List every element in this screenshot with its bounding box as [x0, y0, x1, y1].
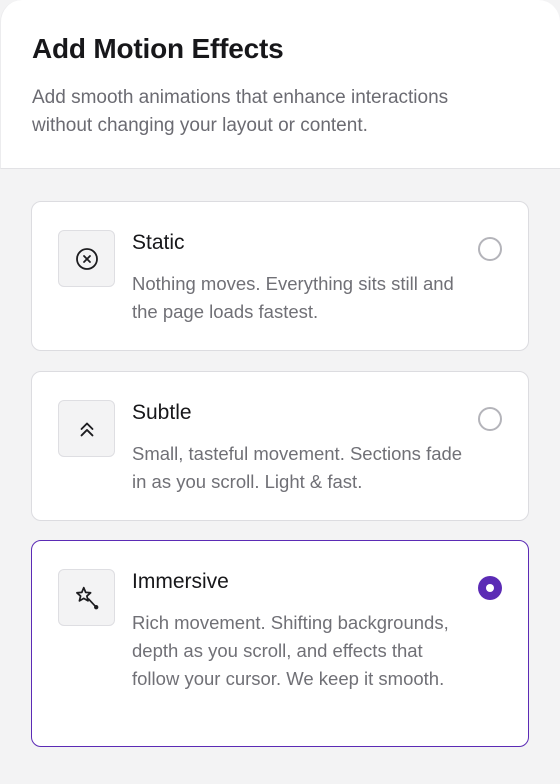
option-title: Subtle [132, 401, 192, 424]
radio-button-subtle[interactable] [478, 407, 502, 431]
page-title: Add Motion Effects [32, 33, 284, 64]
double-chevron-up-icon [58, 400, 115, 457]
radio-button-immersive[interactable] [478, 576, 502, 600]
option-description: Nothing moves. Everything sits still and… [132, 273, 454, 322]
page-subtitle: Add smooth animations that enhance inter… [32, 87, 449, 136]
option-card-subtle[interactable]: Subtle Small, tasteful movement. Section… [31, 371, 529, 521]
radio-button-static[interactable] [478, 237, 502, 261]
option-title: Static [132, 231, 185, 254]
dialog-header: Add Motion Effects Add smooth animations… [0, 0, 560, 169]
circle-x-icon [58, 230, 115, 287]
option-card-immersive[interactable]: Immersive Rich movement. Shifting backgr… [31, 540, 529, 747]
option-title: Immersive [132, 570, 229, 593]
option-card-static[interactable]: Static Nothing moves. Everything sits st… [31, 201, 529, 351]
option-description: Rich movement. Shifting backgrounds, dep… [132, 612, 449, 689]
magic-wand-icon [58, 569, 115, 626]
option-description: Small, tasteful movement. Sections fade … [132, 443, 463, 492]
